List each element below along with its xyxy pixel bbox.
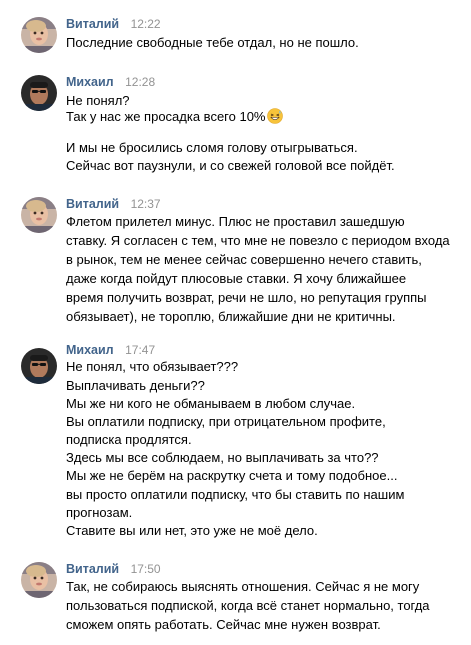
author-name[interactable]: Михаил	[66, 343, 114, 357]
message-header: Михаил 12:28	[66, 74, 155, 90]
message-line: Последние свободные тебе отдал, но не по…	[66, 35, 359, 50]
message-line: Вы оплатили подписку, при отрицательном …	[66, 414, 386, 429]
message-line: Так, не собираюсь выяснять отношения. Се…	[66, 579, 420, 594]
avatar[interactable]	[21, 348, 57, 384]
message-line: Здесь мы все соблюдаем, но выплачивать з…	[66, 450, 379, 465]
message-line: прогнозам.	[66, 505, 133, 520]
author-name[interactable]: Михаил	[66, 75, 114, 89]
message-line: подписка продлятся.	[66, 432, 192, 447]
message-time[interactable]: 12:28	[125, 75, 155, 89]
user-photo-mikhail-icon	[21, 75, 57, 111]
message-time[interactable]: 12:37	[131, 197, 161, 211]
message-time[interactable]: 17:50	[131, 562, 161, 576]
user-photo-vitaly-icon	[21, 197, 57, 233]
message-line: Мы же не берём на раскрутку счета и тому…	[66, 468, 398, 483]
message-line: И мы не бросились сломя голову отыгрыват…	[66, 140, 358, 155]
message-line: ставку. Я согласен с тем, что мне не пов…	[66, 233, 450, 248]
message-header: Михаил 17:47	[66, 342, 155, 358]
message-line: Так у нас же просадка всего 10%	[66, 108, 283, 129]
avatar[interactable]	[21, 562, 57, 598]
user-photo-mikhail-icon	[21, 348, 57, 384]
user-photo-vitaly-icon	[21, 562, 57, 598]
message-line: обязывает), не тороплю, ближайшие дни не…	[66, 309, 396, 324]
avatar[interactable]	[21, 75, 57, 111]
message-line: Сейчас вот паузнули, и со свежей головой…	[66, 158, 395, 173]
avatar[interactable]	[21, 197, 57, 233]
message-line: Не понял, что обязывает???	[66, 359, 239, 374]
message-line: вы просто оплатили подписку, что бы став…	[66, 487, 405, 502]
message-line: в рынок, тем не менее сейчас совершенно …	[66, 252, 422, 267]
avatar[interactable]	[21, 17, 57, 53]
message-line: пользоваться подпиской, когда всё станет…	[66, 598, 430, 613]
message-time[interactable]: 12:22	[131, 17, 161, 31]
message-header: Виталий 12:22	[66, 16, 161, 32]
author-name[interactable]: Виталий	[66, 197, 119, 211]
message-line: даже когда пойдут плюсовые ставки. Я хоч…	[66, 271, 407, 286]
message-line: Мы же ни кого не обманываем в любом случ…	[66, 396, 356, 411]
user-photo-vitaly-icon	[21, 17, 57, 53]
author-name[interactable]: Виталий	[66, 17, 119, 31]
message-header: Виталий 12:37	[66, 196, 161, 212]
message-line-text: Так у нас же просадка всего 10%	[66, 109, 266, 124]
author-name[interactable]: Виталий	[66, 562, 119, 576]
message-line: Выплачивать деньги??	[66, 378, 205, 393]
message-line: Ставите вы или нет, это уже не моё дело.	[66, 523, 318, 538]
message-header: Виталий 17:50	[66, 561, 161, 577]
message-line: сможем опять работать. Сейчас мне нужен …	[66, 617, 381, 632]
grinning-sweat-emoji-icon	[266, 108, 283, 129]
message-line: Флетом прилетел минус. Плюс не проставил…	[66, 214, 405, 229]
message-line: время получить возврат, речи не шло, но …	[66, 290, 427, 305]
message-time[interactable]: 17:47	[125, 343, 155, 357]
